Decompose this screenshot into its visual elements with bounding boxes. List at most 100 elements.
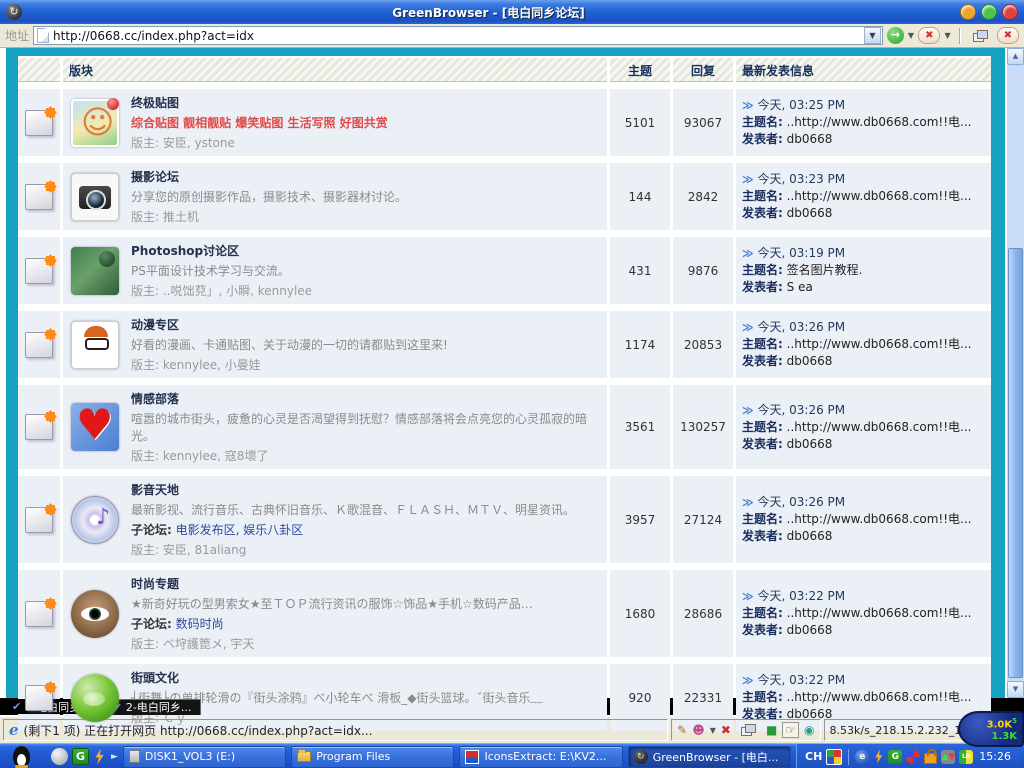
- latest-poster[interactable]: db0668: [787, 529, 833, 543]
- taskbar-button-folder[interactable]: Program Files: [291, 746, 454, 768]
- latest-topic[interactable]: ..http://www.db0668.com!!电...: [787, 420, 972, 434]
- url-text: http://0668.cc/index.php?act=idx: [53, 29, 860, 43]
- tray-separator: [848, 749, 849, 765]
- latest-poster[interactable]: db0668: [787, 354, 833, 368]
- scroll-up-arrow[interactable]: ▲: [1007, 48, 1024, 65]
- taskbar-button-label: Program Files: [316, 750, 390, 763]
- latest-topic[interactable]: ..http://www.db0668.com!!电...: [787, 512, 972, 526]
- go-dropdown-arrow[interactable]: ▼: [908, 31, 914, 40]
- scroll-down-arrow[interactable]: ▼: [1007, 681, 1024, 698]
- latest-time[interactable]: 今天, 03:25 PM: [758, 98, 846, 113]
- language-indicator[interactable]: CH: [805, 750, 822, 763]
- quick-launch-expand-arrow[interactable]: ►: [111, 752, 118, 762]
- close-page-button[interactable]: ✖: [997, 27, 1019, 44]
- upload-speed: 3.0K: [987, 720, 1012, 731]
- forum-table-header: 版块 主题 回复 最新发表信息: [18, 58, 991, 82]
- latest-topic[interactable]: ..http://www.db0668.com!!电...: [787, 337, 972, 351]
- taskbar-button-greenbrowser[interactable]: ↻ GreenBrowser - [电白...: [628, 746, 791, 768]
- taskbar-clock[interactable]: 15:26: [979, 750, 1011, 763]
- replies-count: 93067: [673, 89, 733, 156]
- latest-time[interactable]: 今天, 03:26 PM: [758, 320, 846, 335]
- go-button[interactable]: →: [887, 27, 904, 44]
- forum-row: Photoshop讨论区 PS平面设计技术学习与交流。 版主: ..哾饳萖」, …: [18, 237, 991, 304]
- input-method-icon[interactable]: [826, 749, 842, 765]
- cascade-windows-icon[interactable]: [973, 30, 988, 42]
- drive-icon: [129, 750, 140, 763]
- forum-description: PS平面设计技术学习与交流。: [131, 262, 312, 279]
- popup-filter-icon[interactable]: ☻: [692, 723, 705, 737]
- forum-sublinks[interactable]: 综合贴图 靓相靓贴 爆笑贴图 生活写照 好图共赏: [131, 114, 388, 131]
- latest-poster[interactable]: db0668: [787, 206, 833, 220]
- edit-icon[interactable]: ✎: [677, 723, 687, 737]
- folder-icon: [297, 751, 311, 762]
- forum-title[interactable]: Photoshop讨论区: [131, 242, 312, 259]
- greenbrowser-tray-icon[interactable]: G: [888, 750, 902, 764]
- subforum-links[interactable]: 电影发布区, 娱乐八卦区: [176, 523, 304, 537]
- latest-time[interactable]: 今天, 03:19 PM: [758, 246, 846, 261]
- globe-icon[interactable]: ◉: [804, 723, 814, 737]
- forum-description: 最新影视、流行音乐、古典怀旧音乐、Ｋ歌混音、ＦＬＡＳＨ、ＭＴＶ、明星资讯。: [131, 501, 575, 518]
- scrollbar-thumb[interactable]: [1008, 248, 1023, 678]
- latest-time[interactable]: 今天, 03:26 PM: [758, 495, 846, 510]
- hand-drag-icon[interactable]: ☞: [782, 722, 799, 738]
- forum-title[interactable]: 影音天地: [131, 481, 575, 498]
- latest-time[interactable]: 今天, 03:22 PM: [758, 673, 846, 688]
- latest-topic[interactable]: ..http://www.db0668.com!!电...: [787, 690, 972, 704]
- forum-title[interactable]: 终极贴图: [131, 94, 388, 111]
- taskbar-button-iconsextract[interactable]: IconsExtract: E:\KV2...: [459, 746, 622, 768]
- topic-label: 主题名:: [742, 189, 783, 203]
- minimize-button[interactable]: [960, 4, 976, 20]
- latest-topic[interactable]: ..http://www.db0668.com!!电...: [787, 189, 972, 203]
- latest-topic[interactable]: 签名图片教程.: [787, 263, 863, 277]
- latest-poster[interactable]: S ea: [787, 280, 813, 294]
- emule-tray-icon[interactable]: e: [855, 750, 869, 764]
- topics-count: 1680: [610, 570, 670, 657]
- close-button[interactable]: [1002, 4, 1018, 20]
- url-input[interactable]: http://0668.cc/index.php?act=idx ▼: [33, 26, 883, 45]
- maximize-button[interactable]: [981, 4, 997, 20]
- latest-poster[interactable]: db0668: [787, 623, 833, 637]
- topic-label: 主题名:: [742, 115, 783, 129]
- replies-count: 20853: [673, 311, 733, 378]
- forum-title[interactable]: 街頭文化: [131, 669, 543, 686]
- stop-button[interactable]: ✖: [918, 27, 940, 44]
- local-ip-icon[interactable]: LO: [959, 750, 973, 764]
- taskbar-button-disk[interactable]: DISK1_VOL3 (E:): [123, 746, 286, 768]
- loading-status: e (剩下1 项) 正在打开网页 http://0668.cc/index.ph…: [3, 719, 668, 741]
- penguin-start-icon[interactable]: [13, 746, 30, 767]
- latest-time[interactable]: 今天, 03:22 PM: [758, 589, 846, 604]
- forum-title[interactable]: 摄影论坛: [131, 168, 407, 185]
- forum-title[interactable]: 动漫专区: [131, 316, 448, 333]
- flashget-tray-icon[interactable]: [873, 750, 884, 764]
- stop-dropdown-arrow[interactable]: ▼: [944, 31, 950, 40]
- antivirus-icon[interactable]: [51, 748, 68, 765]
- windows-icon[interactable]: [741, 724, 756, 736]
- slime-ball-icon: [71, 674, 119, 722]
- latest-poster[interactable]: db0668: [787, 132, 833, 146]
- network-activity-icon[interactable]: ▲▼: [941, 750, 955, 764]
- vertical-scrollbar[interactable]: ▲ ▼: [1007, 48, 1024, 698]
- latest-post-icon: ≫: [742, 589, 754, 604]
- forum-title[interactable]: 时尚专题: [131, 575, 533, 592]
- flashget-icon[interactable]: [93, 749, 106, 765]
- subforum-label: 子论坛:: [131, 617, 172, 631]
- download-window-icon[interactable]: ■: [766, 723, 777, 737]
- latest-time[interactable]: 今天, 03:23 PM: [758, 172, 846, 187]
- subforum-links[interactable]: 数码时尚: [176, 617, 224, 631]
- column-replies: 回复: [673, 58, 733, 82]
- forum-title[interactable]: 情感部落: [131, 390, 599, 407]
- greenbrowser-quicklaunch-icon[interactable]: G: [72, 748, 89, 765]
- latest-topic[interactable]: ..http://www.db0668.com!!电...: [787, 606, 972, 620]
- url-dropdown-arrow[interactable]: ▼: [864, 27, 881, 44]
- taskbar: G ► DISK1_VOL3 (E:) Program Files IconsE…: [0, 743, 1024, 768]
- latest-time[interactable]: 今天, 03:26 PM: [758, 403, 846, 418]
- latest-topic[interactable]: ..http://www.db0668.com!!电...: [787, 115, 972, 129]
- popup-filter-dropdown[interactable]: ▼: [710, 726, 716, 735]
- forum-moderators: 版主: kennylee, 寇8壞了: [131, 447, 599, 464]
- lock-tray-icon[interactable]: [924, 753, 937, 764]
- replies-count: 9876: [673, 237, 733, 304]
- swirl-tray-icon[interactable]: [906, 750, 920, 764]
- latest-poster[interactable]: db0668: [787, 437, 833, 451]
- page-left-border: [6, 48, 18, 698]
- close-red-icon[interactable]: ✖: [721, 723, 731, 737]
